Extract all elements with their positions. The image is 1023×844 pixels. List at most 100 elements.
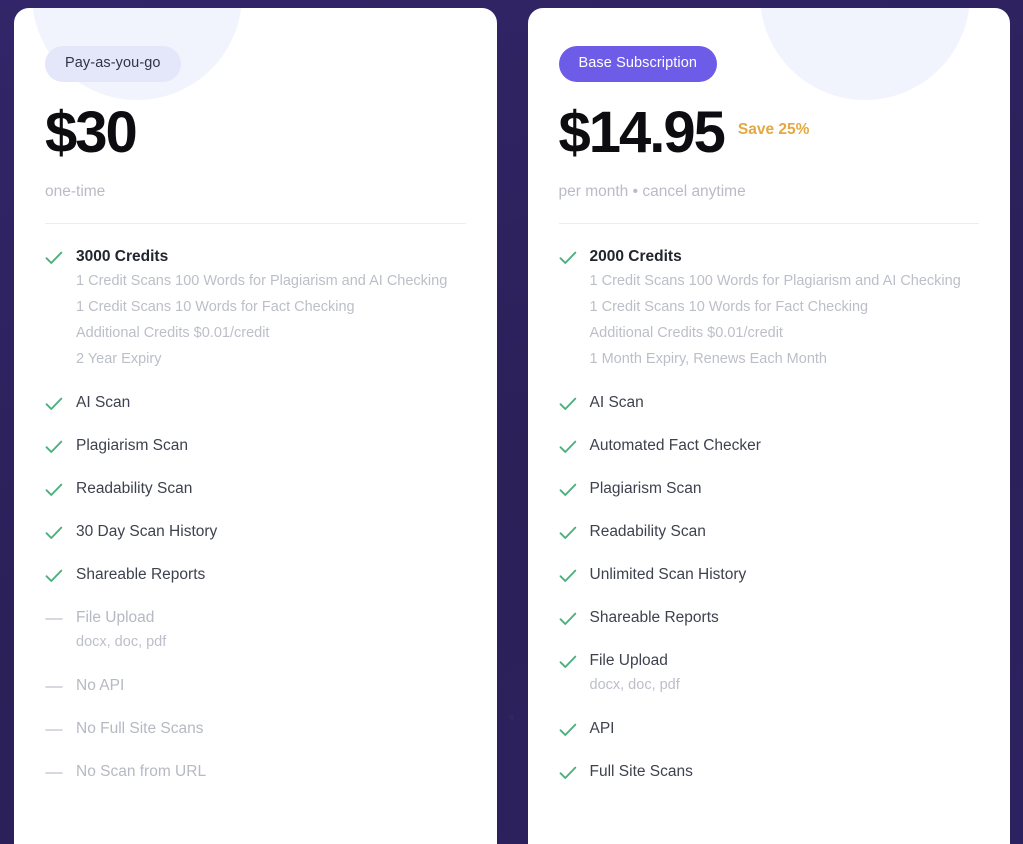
feature-title: 30 Day Scan History	[76, 522, 218, 540]
feature-list: 3000 Credits 1 Credit Scans 100 Words for…	[45, 246, 466, 804]
feature-body: AI Scan	[76, 392, 466, 414]
pricing-card-pay-as-you-go[interactable]: Pay-as-you-go $30 one-time 3000 Credits 1 Cr…	[14, 8, 497, 844]
feature-body: File Upload docx, doc, pdf	[590, 650, 980, 698]
feature-title: No API	[76, 676, 125, 694]
feature-item: Plagiarism Scan	[45, 435, 466, 458]
feature-body: Plagiarism Scan	[76, 435, 466, 457]
feature-body: Shareable Reports	[590, 607, 980, 629]
feature-body: Full Site Scans	[590, 761, 980, 783]
feature-body: No Full Site Scans	[76, 718, 466, 740]
check-icon	[559, 651, 577, 673]
plan-term: one-time	[45, 182, 106, 200]
feature-body: 3000 Credits 1 Credit Scans 100 Words for…	[76, 246, 466, 372]
card-content: Pay-as-you-go $30 one-time 3000 Credits 1 Cr…	[45, 8, 466, 804]
feature-item: Plagiarism Scan	[559, 478, 980, 501]
dash-icon	[45, 719, 63, 741]
feature-body: Automated Fact Checker	[590, 435, 980, 457]
pricing-card-base-subscription[interactable]: Base Subscription $14.95 Save 25% per month…	[527, 8, 1010, 844]
feature-title: AI Scan	[76, 393, 131, 411]
check-icon	[559, 436, 577, 458]
feature-subtext: 1 Month Expiry, Renews Each Month	[589, 350, 827, 367]
feature-subtext: 1 Credit Scans 10 Words for Fact Checkin…	[76, 298, 355, 315]
feature-item: Shareable Reports	[45, 564, 466, 587]
check-icon	[559, 522, 577, 544]
feature-body: File Upload docx, doc, pdf	[76, 607, 466, 655]
check-icon	[45, 565, 63, 587]
check-icon	[45, 436, 63, 458]
feature-title: Plagiarism Scan	[76, 436, 188, 454]
feature-item: Shareable Reports	[559, 607, 980, 630]
feature-item: No Full Site Scans	[45, 718, 466, 741]
feature-item: Readability Scan	[559, 521, 980, 544]
feature-item: 30 Day Scan History	[45, 521, 466, 544]
feature-body: 30 Day Scan History	[76, 521, 466, 543]
feature-title: Readability Scan	[76, 479, 193, 497]
feature-item: File Upload docx, doc, pdf	[45, 607, 466, 655]
card-divider	[558, 222, 979, 224]
check-icon	[45, 247, 63, 269]
feature-item: AI Scan	[559, 392, 980, 415]
feature-subtext: Additional Credits $0.01/credit	[589, 324, 783, 341]
feature-title: Readability Scan	[589, 522, 706, 540]
plan-badge: Pay-as-you-go	[45, 46, 181, 82]
feature-item: No Scan from URL	[45, 761, 466, 784]
check-icon	[45, 522, 63, 544]
feature-item: Full Site Scans	[559, 761, 980, 784]
feature-title: File Upload	[589, 651, 668, 669]
feature-item: File Upload docx, doc, pdf	[559, 650, 980, 698]
check-icon	[559, 479, 577, 501]
plan-term: per month • cancel anytime	[558, 182, 746, 200]
feature-title: Full Site Scans	[589, 762, 693, 780]
price-row: $14.95 Save 25%	[558, 99, 980, 165]
feature-title: No Full Site Scans	[76, 719, 204, 737]
feature-subtext: docx, doc, pdf	[589, 676, 680, 693]
feature-subtext: Additional Credits $0.01/credit	[76, 324, 270, 341]
feature-title: Automated Fact Checker	[589, 436, 761, 454]
feature-body: Unlimited Scan History	[590, 564, 980, 586]
feature-title: 2000 Credits	[589, 247, 682, 265]
check-icon	[559, 719, 577, 741]
dash-icon	[45, 676, 63, 698]
feature-body: Readability Scan	[590, 521, 980, 543]
feature-body: Shareable Reports	[76, 564, 466, 586]
feature-body: No API	[76, 675, 466, 697]
feature-body: Plagiarism Scan	[590, 478, 980, 500]
pricing-plan-list: Pay-as-you-go $30 one-time 3000 Credits 1 Cr…	[0, 0, 1023, 844]
feature-subtext: docx, doc, pdf	[76, 633, 167, 650]
feature-title: Plagiarism Scan	[589, 479, 702, 497]
feature-subtext: 1 Credit Scans 100 Words for Plagiarism …	[76, 272, 448, 289]
feature-subtext: 1 Credit Scans 100 Words for Plagiarism …	[589, 272, 961, 289]
plan-price: $14.95	[558, 99, 726, 165]
feature-title: No Scan from URL	[76, 762, 207, 780]
feature-item: AI Scan	[45, 392, 466, 415]
check-icon	[45, 393, 63, 415]
feature-body: Readability Scan	[76, 478, 466, 500]
card-divider	[45, 222, 466, 224]
feature-title: Shareable Reports	[589, 608, 719, 626]
save-badge: Save 25%	[737, 120, 810, 138]
dash-icon	[45, 608, 63, 630]
feature-item: 3000 Credits 1 Credit Scans 100 Words for…	[45, 246, 466, 372]
check-icon	[559, 608, 577, 630]
feature-title: API	[589, 719, 615, 737]
dash-icon	[45, 762, 63, 784]
feature-item: 2000 Credits 1 Credit Scans 100 Words for…	[559, 246, 980, 372]
feature-title: 3000 Credits	[76, 247, 169, 265]
feature-list: 2000 Credits 1 Credit Scans 100 Words for…	[559, 246, 980, 804]
check-icon	[559, 393, 577, 415]
check-icon	[45, 479, 63, 501]
plan-price: $30	[45, 99, 138, 165]
card-content: Base Subscription $14.95 Save 25% per month…	[558, 8, 980, 804]
feature-subtext: 2 Year Expiry	[76, 350, 162, 367]
feature-item: Unlimited Scan History	[559, 564, 980, 587]
check-icon	[559, 247, 577, 269]
price-row: $30	[45, 99, 466, 165]
check-icon	[559, 565, 577, 587]
feature-item: Readability Scan	[45, 478, 466, 501]
check-icon	[559, 762, 577, 784]
feature-title: Unlimited Scan History	[589, 565, 747, 583]
feature-item: API	[559, 718, 980, 741]
feature-body: AI Scan	[590, 392, 980, 414]
feature-item: No API	[45, 675, 466, 698]
feature-body: No Scan from URL	[76, 761, 466, 783]
